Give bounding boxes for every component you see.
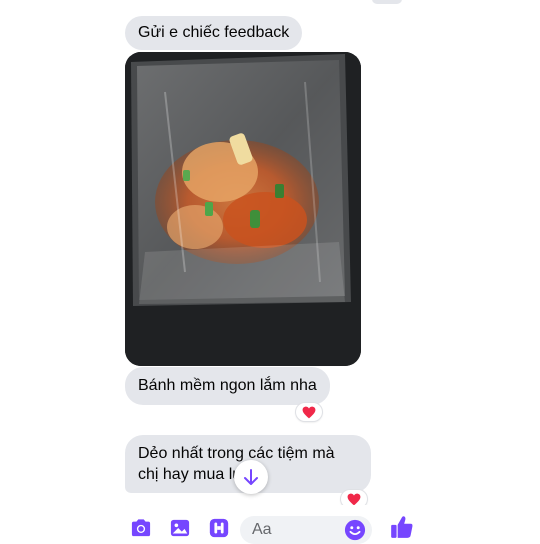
message-composer: Aa (0, 505, 540, 544)
thumbs-up-icon (391, 516, 413, 538)
food-bag-image (125, 52, 361, 366)
message-bubble-feedback[interactable]: Gửi e chiếc feedback (125, 16, 303, 50)
arrow-down-icon (244, 469, 258, 485)
heart-icon (347, 493, 361, 505)
emoji-icon[interactable] (344, 519, 366, 541)
message-text: Bánh mềm ngon lắm nha (138, 377, 317, 394)
gallery-icon (170, 519, 190, 537)
previous-message-edge (372, 0, 402, 4)
camera-icon (131, 519, 151, 537)
heart-icon (302, 406, 316, 418)
scroll-to-bottom-button[interactable] (234, 460, 268, 494)
message-bubble-soft[interactable]: Bánh mềm ngon lắm nha (125, 367, 330, 405)
camera-button[interactable] (128, 515, 154, 541)
message-text: Gửi e chiếc feedback (138, 24, 290, 41)
thumbs-up-button[interactable] (388, 513, 416, 541)
voice-icon (209, 518, 229, 538)
gallery-button[interactable] (167, 515, 193, 541)
food-bag-photo[interactable] (125, 52, 361, 366)
voice-button[interactable] (206, 515, 232, 541)
message-input-placeholder: Aa (252, 521, 272, 538)
heart-reaction[interactable] (296, 403, 322, 421)
